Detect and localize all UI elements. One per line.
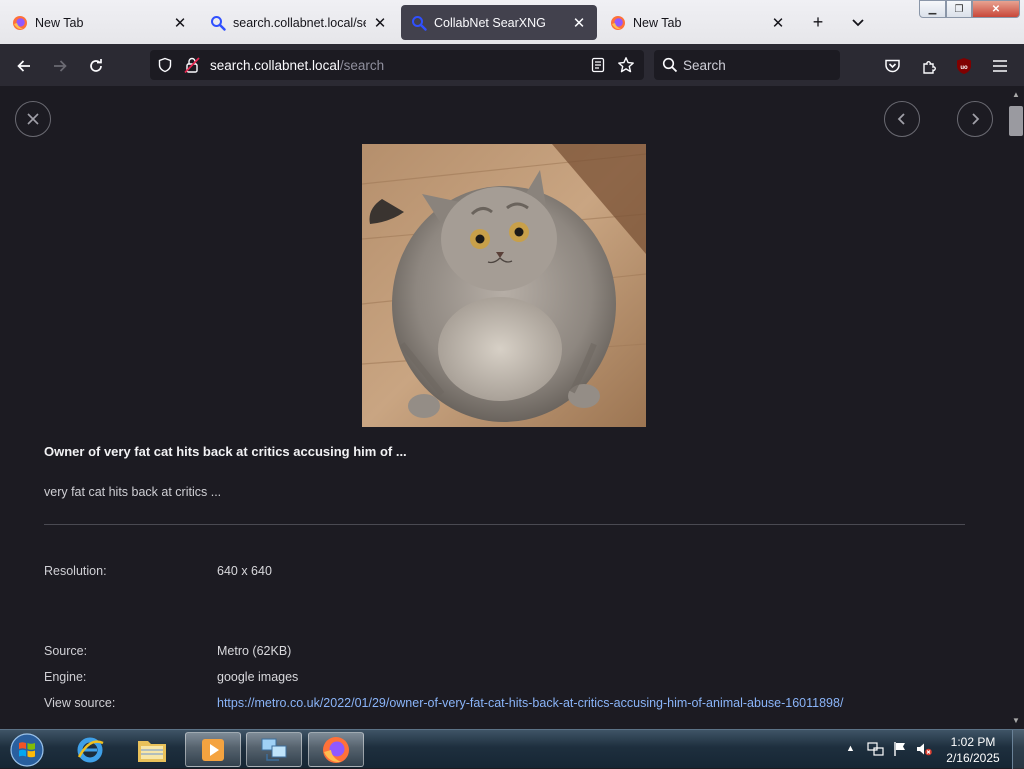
close-window-icon[interactable]: ✕ — [972, 0, 1020, 18]
internet-explorer-icon — [77, 737, 104, 762]
resolution-label: Resolution: — [44, 564, 107, 578]
tab-title: New Tab — [633, 15, 682, 30]
windows-taskbar: ▲ 1:02 PM 2/16/2025 — [0, 729, 1024, 769]
engine-value: google images — [217, 670, 299, 684]
navigation-toolbar: search.collabnet.local/search Search uo — [0, 44, 1024, 86]
media-player-icon — [202, 738, 224, 761]
tab-new-tab-1[interactable]: New Tab ✕ — [2, 5, 198, 40]
search-bar[interactable]: Search — [654, 50, 840, 80]
firefox-icon — [323, 736, 349, 763]
forward-arrow-icon[interactable] — [49, 55, 71, 77]
address-bar[interactable]: search.collabnet.local/search — [150, 50, 644, 80]
result-title: Owner of very fat cat hits back at criti… — [44, 444, 407, 459]
source-label: Source: — [44, 644, 88, 658]
close-tab-icon[interactable]: ✕ — [770, 15, 786, 32]
taskbar-firefox[interactable] — [308, 732, 364, 767]
search-icon — [662, 57, 678, 73]
page-scrollbar[interactable]: ▲ ▼ — [1008, 86, 1024, 729]
pocket-icon[interactable] — [881, 55, 903, 77]
tab-strip: New Tab ✕ search.collabnet.local/sear ✕ … — [0, 0, 1024, 44]
scroll-down-arrow-icon[interactable]: ▼ — [1012, 716, 1020, 725]
scrollbar-thumb[interactable] — [1009, 106, 1023, 136]
url-host: search.collabnet.local — [210, 57, 340, 73]
volume-muted-icon[interactable] — [915, 741, 933, 757]
reader-view-icon[interactable] — [590, 57, 606, 73]
scroll-up-arrow-icon[interactable]: ▲ — [1012, 90, 1020, 99]
bookmark-star-icon[interactable] — [617, 56, 635, 74]
chevron-left-icon — [897, 113, 905, 125]
firefox-icon — [611, 15, 625, 30]
shield-icon[interactable] — [157, 57, 173, 73]
search-icon — [412, 15, 427, 31]
url-text: search.collabnet.local/search — [210, 58, 384, 73]
close-tab-icon[interactable]: ✕ — [571, 15, 587, 32]
folder-icon — [138, 740, 166, 762]
close-tab-icon[interactable]: ✕ — [372, 15, 388, 32]
close-tab-icon[interactable]: ✕ — [172, 15, 188, 32]
source-value: Metro (62KB) — [217, 644, 292, 658]
taskbar-file-explorer[interactable] — [124, 732, 180, 767]
close-detail-button[interactable] — [15, 101, 51, 137]
system-clock[interactable]: 1:02 PM 2/16/2025 — [940, 734, 1006, 766]
start-button[interactable] — [0, 732, 54, 767]
next-image-button[interactable] — [957, 101, 993, 137]
url-path: /search — [339, 57, 385, 73]
tab-search-url[interactable]: search.collabnet.local/sear ✕ — [200, 5, 398, 40]
restore-window-icon[interactable]: ❐ — [946, 0, 972, 18]
taskbar-remote-desktop[interactable] — [246, 732, 302, 767]
minimize-window-icon[interactable]: ▁ — [919, 0, 946, 18]
tab-title: search.collabnet.local/sear — [233, 15, 366, 30]
taskbar-media-player[interactable] — [185, 732, 241, 767]
ublock-origin-icon[interactable]: uo — [953, 55, 975, 77]
view-source-link[interactable]: https://metro.co.uk/2022/01/29/owner-of-… — [217, 696, 843, 710]
insecure-lock-icon[interactable] — [184, 56, 200, 74]
action-center-flag-icon[interactable] — [892, 741, 908, 757]
divider — [44, 524, 965, 525]
result-image[interactable] — [362, 144, 646, 427]
engine-label: Engine: — [44, 670, 87, 684]
show-desktop-button[interactable] — [1012, 730, 1024, 769]
search-placeholder: Search — [683, 58, 726, 73]
resolution-value: 640 x 640 — [217, 564, 272, 578]
taskbar-internet-explorer[interactable] — [62, 732, 118, 767]
tab-new-tab-2[interactable]: New Tab ✕ — [600, 5, 796, 40]
search-icon — [211, 15, 226, 31]
tab-collabnet-searxng[interactable]: CollabNet SearXNG ✕ — [401, 5, 597, 40]
windows-logo-icon — [10, 732, 44, 767]
tab-title: CollabNet SearXNG — [434, 15, 546, 30]
svg-text:uo: uo — [960, 65, 968, 71]
hamburger-menu-icon[interactable] — [989, 55, 1011, 77]
back-arrow-icon[interactable] — [13, 55, 35, 77]
previous-image-button[interactable] — [884, 101, 920, 137]
new-tab-plus-icon[interactable]: + — [808, 12, 828, 32]
list-all-tabs-chevron-icon[interactable] — [848, 12, 868, 32]
result-description: very fat cat hits back at critics ... — [44, 485, 222, 499]
show-hidden-icons-arrow-icon[interactable]: ▲ — [846, 743, 855, 753]
network-status-icon[interactable] — [866, 741, 884, 757]
chevron-right-icon — [972, 113, 980, 125]
extensions-puzzle-icon[interactable] — [918, 55, 940, 77]
clock-time: 1:02 PM — [950, 735, 996, 749]
network-computers-icon — [261, 738, 287, 761]
close-icon — [27, 113, 39, 125]
firefox-icon — [13, 15, 27, 30]
reload-icon[interactable] — [85, 55, 107, 77]
image-detail-view: Owner of very fat cat hits back at criti… — [0, 86, 1008, 729]
tab-title: New Tab — [35, 15, 84, 30]
clock-date: 2/16/2025 — [946, 751, 1000, 765]
view-source-label: View source: — [44, 696, 116, 710]
